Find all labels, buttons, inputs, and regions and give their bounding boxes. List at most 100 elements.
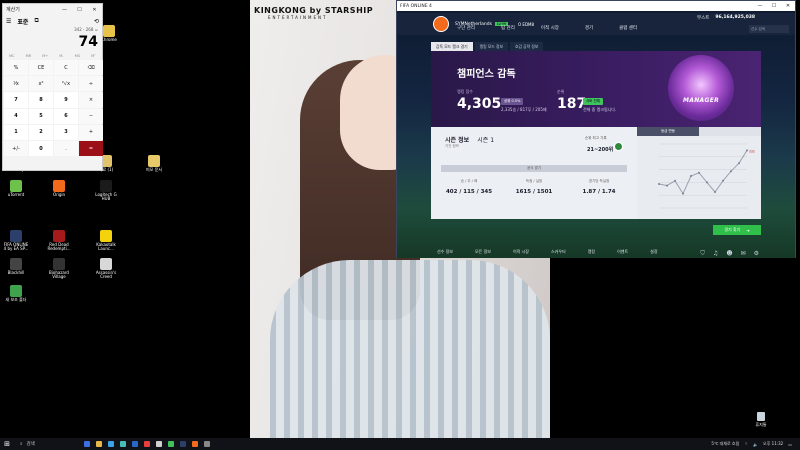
maximize-icon[interactable]: ☐ xyxy=(72,7,87,13)
desktop-icon[interactable]: Blackhill xyxy=(2,258,30,275)
close-icon[interactable]: ✕ xyxy=(87,7,102,13)
calculator-key[interactable]: 3 xyxy=(54,124,78,140)
store-icon[interactable] xyxy=(120,441,126,447)
history-icon[interactable]: ⟲ xyxy=(94,18,99,25)
gear-icon[interactable]: ⚙ xyxy=(754,250,759,258)
explorer-icon[interactable] xyxy=(96,441,102,447)
taskbar-search[interactable]: ⌕ 검색 xyxy=(20,441,80,447)
mail-icon[interactable]: ✉ xyxy=(741,250,746,258)
calculator-key[interactable]: + xyxy=(79,124,103,140)
memory-button[interactable]: MR xyxy=(26,54,31,58)
fifa-bottom-nav-item[interactable]: 이벤트 xyxy=(617,249,628,255)
calculator-key[interactable]: 4 xyxy=(4,108,28,124)
desktop-icon[interactable]: Kakaotalk Launc... xyxy=(92,230,120,252)
calculator-key[interactable]: × xyxy=(79,92,103,108)
edge-icon[interactable] xyxy=(108,441,114,447)
calculator-key[interactable]: = xyxy=(79,140,103,157)
memory-button[interactable]: MC xyxy=(9,54,14,58)
calculator-key[interactable]: ÷ xyxy=(79,76,103,92)
calculator-key[interactable]: 8 xyxy=(29,92,53,108)
memory-button[interactable]: M˅ xyxy=(91,54,96,58)
fifa-bottom-nav-item[interactable]: 모든 정보 xyxy=(475,249,491,255)
desktop-icon[interactable]: Assassin's Creed xyxy=(92,258,120,280)
memory-button[interactable]: M+ xyxy=(42,54,48,58)
calculator-key[interactable]: x² xyxy=(29,76,53,92)
calculator-key[interactable]: % xyxy=(4,60,28,76)
minimize-icon[interactable]: — xyxy=(57,7,72,13)
rank-label: 순위 xyxy=(557,89,565,94)
data-point xyxy=(746,149,748,152)
calculator-task-icon[interactable] xyxy=(156,441,162,447)
memory-button[interactable]: M- xyxy=(59,54,63,58)
calculator-key[interactable]: 6 xyxy=(54,108,78,124)
calculator-key[interactable]: C xyxy=(54,60,78,76)
origin-task-icon[interactable] xyxy=(192,441,198,447)
find-match-button[interactable]: 경기 찾기 ➜ xyxy=(713,225,761,235)
stat-label: 경기당 득실점 xyxy=(588,179,610,183)
close-icon[interactable]: ✕ xyxy=(781,3,795,9)
calculator-key[interactable]: +/- xyxy=(4,140,28,157)
fifa-task-icon[interactable] xyxy=(180,441,186,447)
desktop-icon[interactable]: Red Dead Redempti... xyxy=(45,230,73,252)
calculator-key[interactable]: 2 xyxy=(29,124,53,140)
menu-icon[interactable]: ☰ xyxy=(6,18,11,25)
fifa-bottom-nav-item[interactable]: 설정 xyxy=(650,249,657,255)
windows-start-icon[interactable]: ⊞ xyxy=(2,440,12,448)
calculator-key[interactable]: − xyxy=(79,108,103,124)
fifa-bottom-nav-item[interactable]: 이적 시장 xyxy=(513,249,529,255)
calculator-key[interactable]: 1 xyxy=(4,124,28,140)
desktop-icon-label: Red Dead Redempti... xyxy=(47,242,71,252)
calculator-key[interactable]: ⌫ xyxy=(79,60,103,76)
clock[interactable]: 오후 11:32 xyxy=(763,441,783,447)
calculator-key[interactable]: . xyxy=(54,140,78,157)
desktop-icon[interactable]: Logitech G HUB xyxy=(92,180,120,202)
data-point xyxy=(714,191,716,193)
fifa-bottom-nav-item[interactable]: 선수 정보 xyxy=(437,249,453,255)
graph-tab-empty[interactable] xyxy=(699,127,761,136)
calculator-mode[interactable]: 표준 xyxy=(17,17,28,26)
calculator-key[interactable]: ⅟x xyxy=(4,76,28,92)
fifa-bottom-nav-item[interactable]: 랭킹 xyxy=(588,249,595,255)
user-icon[interactable]: ☻ xyxy=(726,250,732,258)
team-crest-icon[interactable] xyxy=(433,16,449,32)
stat-label: 승 / 무 / 패 xyxy=(460,179,478,183)
keep-on-top-icon[interactable]: ⧉ xyxy=(34,17,38,25)
calculator-key[interactable]: 0 xyxy=(29,140,53,157)
desktop-icon[interactable]: Biohazard Village xyxy=(45,258,73,280)
desktop-icon[interactable]: FIFA ONLINE 4 by EA SP... xyxy=(2,230,30,252)
desktop-icon[interactable]: 새 보조 폴더 xyxy=(2,285,30,302)
fifa-menu-item[interactable]: 구단 관리 xyxy=(457,25,475,31)
memory-button[interactable]: MS xyxy=(75,54,80,58)
desktop-icon[interactable]: 미모 문서 xyxy=(140,155,168,172)
bell-icon[interactable]: ♫ xyxy=(713,250,718,258)
calculator-key[interactable]: ²√x xyxy=(54,76,78,92)
weather-text[interactable]: 5℃ 대체로 흐림 xyxy=(711,441,739,447)
volume-icon[interactable]: 🔈 xyxy=(753,442,758,447)
kakao-icon[interactable] xyxy=(168,441,174,447)
calculator-key[interactable]: CE xyxy=(29,60,53,76)
task-view-icon[interactable] xyxy=(84,441,90,447)
fifa-menu-item[interactable]: 경기 xyxy=(585,25,593,31)
network-icon[interactable]: ⌔ xyxy=(744,441,748,447)
calculator-key[interactable]: 5 xyxy=(29,108,53,124)
settings-task-icon[interactable] xyxy=(204,441,210,447)
recycle-bin[interactable]: 휴지통 xyxy=(752,412,770,428)
desktop-icon[interactable]: uTorrent xyxy=(2,180,30,197)
shield-icon[interactable]: ⛉ xyxy=(700,250,705,258)
graph-tab[interactable]: 등급 변동 xyxy=(637,127,699,136)
player-search-input[interactable]: 선수 검색 xyxy=(749,25,789,33)
app-icon xyxy=(100,180,112,192)
mail-app-icon[interactable] xyxy=(132,441,138,447)
desktop-icon[interactable]: Origin xyxy=(45,180,73,197)
app-icon xyxy=(100,258,112,270)
minimize-icon[interactable]: — xyxy=(753,3,767,9)
chrome-icon[interactable] xyxy=(144,441,150,447)
fifa-bottom-nav-item[interactable]: 스카우터 xyxy=(551,249,566,255)
fifa-menu-item[interactable]: 이적 시장 xyxy=(541,25,559,31)
notification-icon[interactable]: ▭ xyxy=(788,442,792,447)
fifa-menu-item[interactable]: 팀 관리 xyxy=(501,25,515,31)
calculator-key[interactable]: 7 xyxy=(4,92,28,108)
fifa-menu-item[interactable]: 클럽 센터 xyxy=(619,25,637,31)
calculator-key[interactable]: 9 xyxy=(54,92,78,108)
maximize-icon[interactable]: ☐ xyxy=(767,3,781,9)
